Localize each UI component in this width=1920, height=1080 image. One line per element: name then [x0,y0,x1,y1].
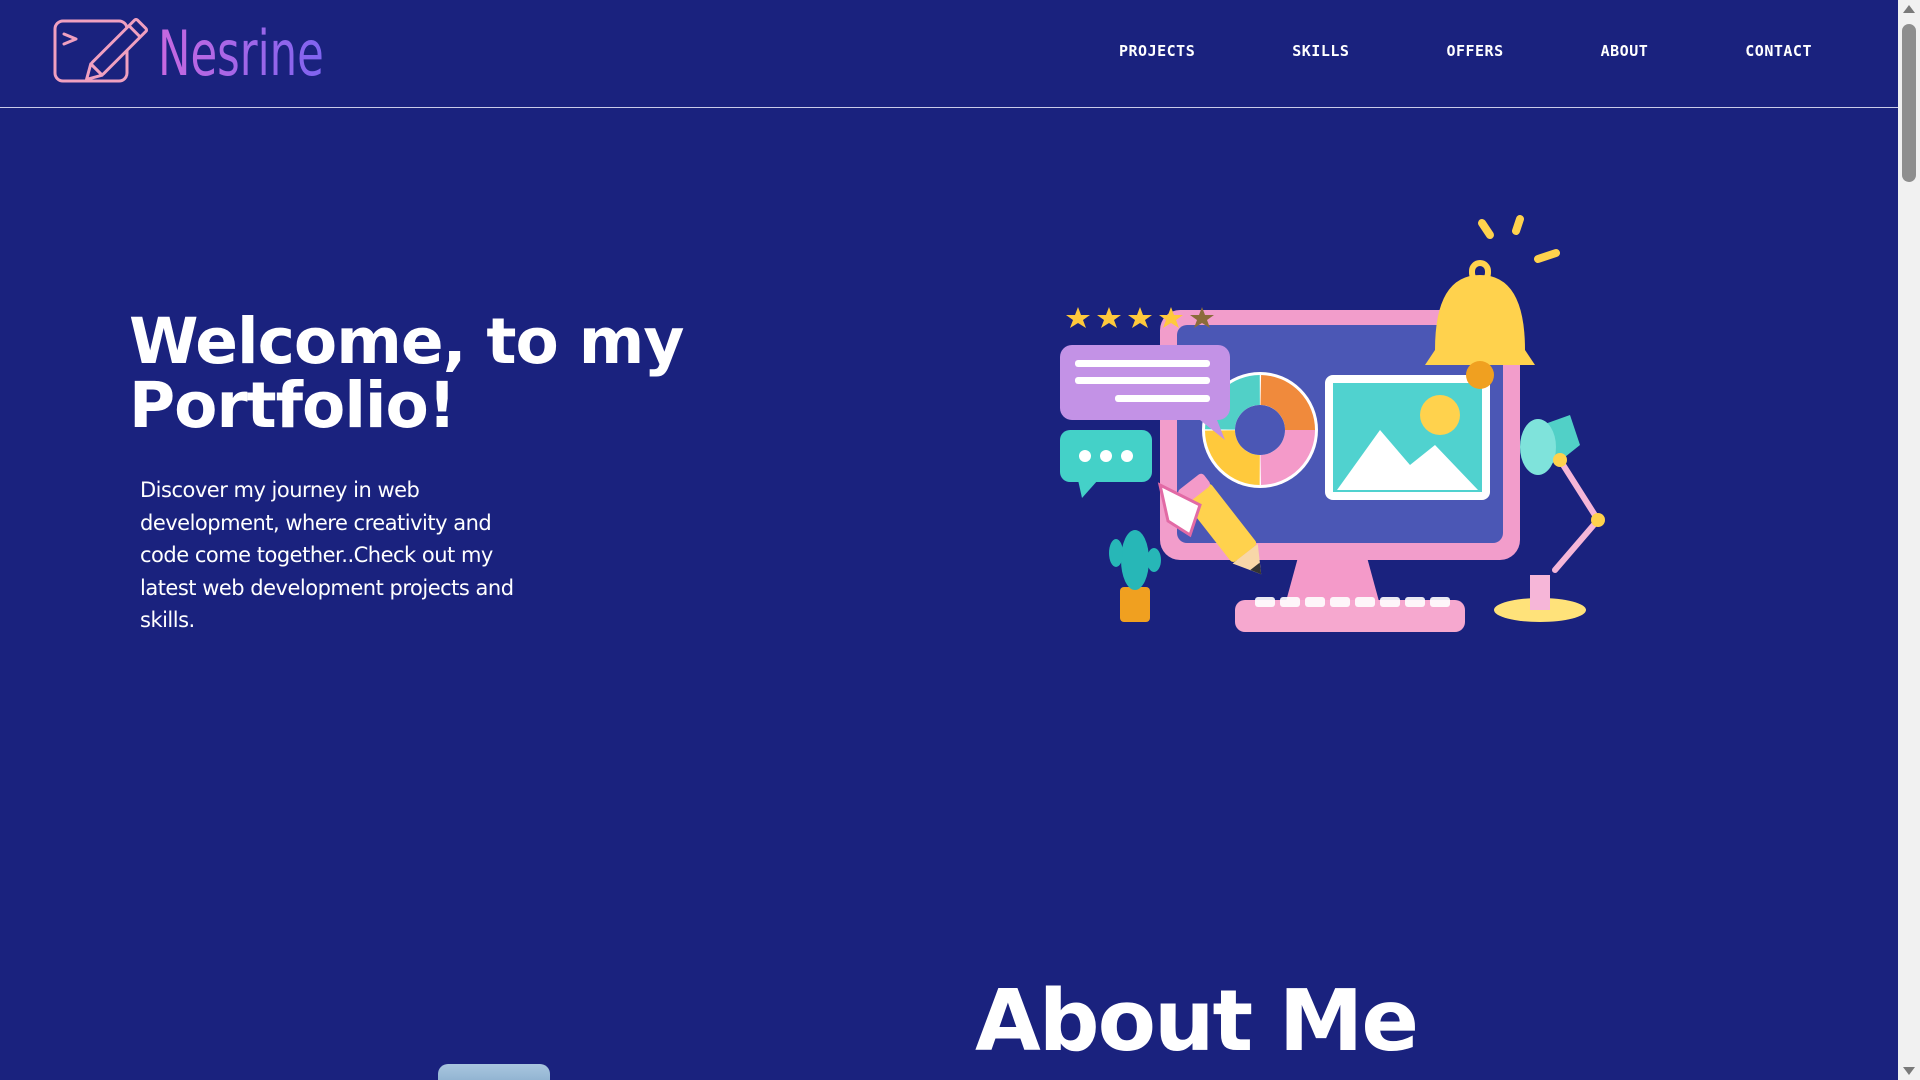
computer-workspace-illustration-icon [1060,215,1605,632]
nav-item-skills[interactable]: SKILLS [1292,42,1349,60]
terminal-pencil-icon [53,18,149,83]
nav-item-offers[interactable]: OFFERS [1446,42,1503,60]
hero-title: Welcome, to my Portfolio! [129,305,684,442]
brand-logo[interactable]: Nesrine [52,18,395,90]
nav-item-about[interactable]: ABOUT [1601,42,1649,60]
about-illustration-peek [438,1064,550,1080]
main-nav: PROJECTS SKILLS OFFERS ABOUT CONTACT [1119,42,1812,60]
brand-name: Nesrine [158,17,324,90]
page-viewport: Nesrine PROJECTS SKILLS OFFERS ABOUT CON… [0,0,1898,1080]
nav-item-contact[interactable]: CONTACT [1745,42,1812,60]
scroll-thumb[interactable] [1902,24,1916,182]
page-scrollbar[interactable] [1898,0,1920,1080]
scroll-up-arrow-icon[interactable] [1903,5,1915,13]
about-title: About Me [975,972,1419,1071]
site-header: Nesrine PROJECTS SKILLS OFFERS ABOUT CON… [0,0,1898,108]
nav-item-projects[interactable]: PROJECTS [1119,42,1195,60]
scroll-down-arrow-icon[interactable] [1903,1067,1915,1075]
hero-description: Discover my journey in web development, … [140,478,514,632]
